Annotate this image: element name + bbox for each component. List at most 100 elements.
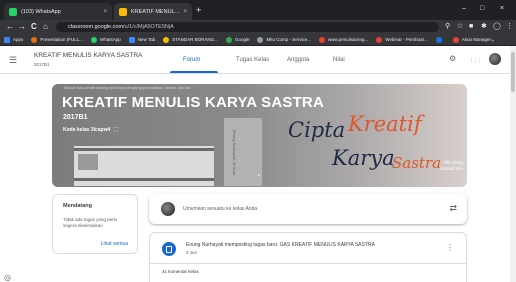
- bookmark-whatsapp[interactable]: WhatsApp: [91, 36, 121, 43]
- bookmark-mku-comp[interactable]: Mku Comp - Service...: [257, 36, 311, 43]
- tab-label: KREATIF MENULIS KARYA SASTR: [131, 8, 180, 15]
- apps-grid-icon[interactable]: ⋮⋮⋮: [469, 56, 482, 66]
- bookmarks-overflow-icon[interactable]: »: [491, 34, 494, 45]
- extension-icon[interactable]: ■: [469, 22, 473, 32]
- banner-tagline: Sebuah buku kreatif tentang cipta karya …: [64, 86, 191, 90]
- assignment-icon: [162, 242, 176, 256]
- forward-arrow-icon[interactable]: →: [18, 22, 26, 32]
- post-title[interactable]: Enung Nurhayati memposting tugas baru: G…: [186, 242, 375, 248]
- tab-close-icon[interactable]: ×: [183, 9, 187, 15]
- search-icon[interactable]: ⚲: [445, 22, 450, 32]
- bookmark-favicon-icon: [257, 36, 264, 43]
- back-arrow-icon[interactable]: ←: [6, 22, 14, 32]
- browser-tab-classroom[interactable]: KREATIF MENULIS KARYA SASTR ×: [114, 3, 192, 20]
- art-word: Cipta: [288, 118, 346, 142]
- tab-forum[interactable]: Forum: [183, 57, 200, 63]
- classroom-favicon-icon: [119, 7, 127, 16]
- class-code: Kode kelas 3lcapw4 ⛶: [63, 127, 118, 133]
- announcement-placeholder[interactable]: Umumkan sesuatu ke kelas Anda: [183, 206, 257, 212]
- tab-tugas-kelas[interactable]: Tugas Kelas: [236, 57, 269, 63]
- avatar: [161, 202, 175, 216]
- art-word: Sastra: [392, 154, 442, 172]
- bookmarks-bar: Apps Presentation (FULL... WhatsApp New …: [0, 34, 516, 46]
- assignment-icon-glyph: [166, 245, 172, 253]
- minimize-icon[interactable]: –: [462, 4, 466, 14]
- art-word: Kreatif: [348, 112, 422, 136]
- book-stripe: [74, 148, 214, 151]
- url-path: /u/1/c/MjA5OTE5NjA: [123, 24, 174, 30]
- apps-grid-icon: [4, 36, 10, 43]
- puzzle-icon[interactable]: ✱: [481, 22, 487, 32]
- bookmark-favicon-icon: [376, 36, 383, 43]
- bookmark-penulisan[interactable]: www.penulisanrng...: [318, 36, 368, 43]
- tab-label: (103) WhatsApp: [21, 8, 61, 15]
- banner-art-lettering: Cipta Kreatif Karya Sastra: [284, 106, 464, 184]
- upcoming-title: Mendatang: [63, 203, 93, 209]
- upcoming-empty-text: Tidak ada tugas yang perlu segera disele…: [63, 217, 118, 228]
- spine-author: Enung Nurhayati, M.Hum.: [232, 130, 237, 177]
- browser-tab-whatsapp[interactable]: (103) WhatsApp ×: [4, 3, 112, 20]
- address-bar[interactable]: classroom.google.com/u/1/c/MjA5OTE5NjA: [56, 22, 439, 32]
- bookmark-akun-manager[interactable]: Akun Manager: [452, 36, 491, 43]
- maximize-icon[interactable]: □: [480, 4, 484, 14]
- help-icon[interactable]: ◎: [4, 274, 11, 282]
- tab-nilai[interactable]: Nilai: [333, 57, 345, 63]
- class-section: 2017B1: [34, 62, 50, 67]
- bookmark-blue[interactable]: [435, 36, 445, 43]
- window-close-icon[interactable]: ×: [500, 4, 504, 14]
- class-banner: Sebuah buku kreatif tentang cipta karya …: [52, 84, 467, 187]
- bookmark-favicon-icon: [318, 36, 325, 43]
- book-stripe: [74, 178, 214, 181]
- bookmark-favicon-icon: [435, 36, 442, 43]
- reload-icon[interactable]: C: [31, 22, 37, 32]
- class-code-value: 3lcapw4: [90, 127, 111, 133]
- browser-toolbar: ← → C ⌂ classroom.google.com/u/1/c/MjA5O…: [0, 20, 516, 34]
- divider: [150, 263, 466, 264]
- url-host: classroom.google.com: [68, 24, 124, 30]
- bookmark-google[interactable]: Google: [225, 36, 249, 43]
- home-icon[interactable]: ⌂: [43, 22, 48, 32]
- bookmark-favicon-icon: [128, 36, 135, 43]
- active-tab-indicator: [170, 71, 218, 73]
- banner-section: 2017B1: [63, 114, 88, 121]
- upcoming-card: Mendatang Tidak ada tugas yang perlu seg…: [52, 194, 138, 254]
- upload-photo-link[interactable]: Upload foto: [440, 166, 463, 172]
- class-code-label: Kode kelas: [63, 127, 90, 133]
- view-all-link[interactable]: Lihat semua: [101, 241, 128, 247]
- class-comments-link[interactable]: 41 komentar kelas: [162, 269, 199, 274]
- whatsapp-icon: [91, 36, 98, 43]
- book-cover-image: [74, 146, 214, 186]
- profile-icon[interactable]: ◯: [493, 22, 501, 32]
- bookmark-presentation[interactable]: Presentation (FULL...: [31, 36, 83, 43]
- class-title[interactable]: KREATIF MENULIS KARYA SASTRA: [34, 52, 142, 59]
- bookmark-standar-borang[interactable]: STANDAR BORANG...: [163, 36, 218, 43]
- book-logo-image: [78, 154, 98, 170]
- google-icon: [225, 36, 232, 43]
- art-word: Karya: [332, 146, 395, 170]
- browser-menu-icon[interactable]: ⋮: [506, 22, 513, 32]
- hamburger-menu-icon[interactable]: ☰: [9, 55, 17, 65]
- bookmark-apps[interactable]: Apps: [4, 36, 23, 43]
- tab-close-icon[interactable]: ×: [103, 9, 107, 15]
- classroom-header: ☰ KREATIF MENULIS KARYA SASTRA 2017B1 Fo…: [0, 46, 510, 74]
- announcement-composer[interactable]: Umumkan sesuatu ke kelas Anda ⇄: [149, 194, 467, 224]
- new-tab-button[interactable]: +: [196, 4, 201, 16]
- bookmark-new-tab[interactable]: New Tab: [128, 36, 155, 43]
- bookmark-webinar[interactable]: Webinar - Pembuat...: [376, 36, 428, 43]
- post-date: 3 Jun: [186, 250, 198, 255]
- page-scrollbar[interactable]: [510, 46, 516, 282]
- more-options-icon[interactable]: ⋮: [446, 243, 454, 253]
- bookmark-favicon-icon: [31, 36, 38, 43]
- tab-anggota[interactable]: Anggota: [287, 57, 309, 63]
- browser-tab-bar: (103) WhatsApp × KREATIF MENULIS KARYA S…: [0, 0, 516, 20]
- avatar[interactable]: [489, 53, 501, 65]
- star-icon[interactable]: ☆: [457, 22, 463, 32]
- chevron-down-icon[interactable]: ⌄: [256, 170, 262, 178]
- assignment-post-card[interactable]: Enung Nurhayati memposting tugas baru: G…: [149, 232, 467, 282]
- scrollbar-thumb[interactable]: [511, 52, 515, 92]
- bookmark-favicon-icon: [163, 36, 170, 43]
- repost-icon[interactable]: ⇄: [449, 203, 457, 213]
- gear-icon[interactable]: ⚙: [449, 54, 456, 64]
- bookmark-favicon-icon: [452, 36, 459, 43]
- fullscreen-icon[interactable]: ⛶: [115, 127, 119, 133]
